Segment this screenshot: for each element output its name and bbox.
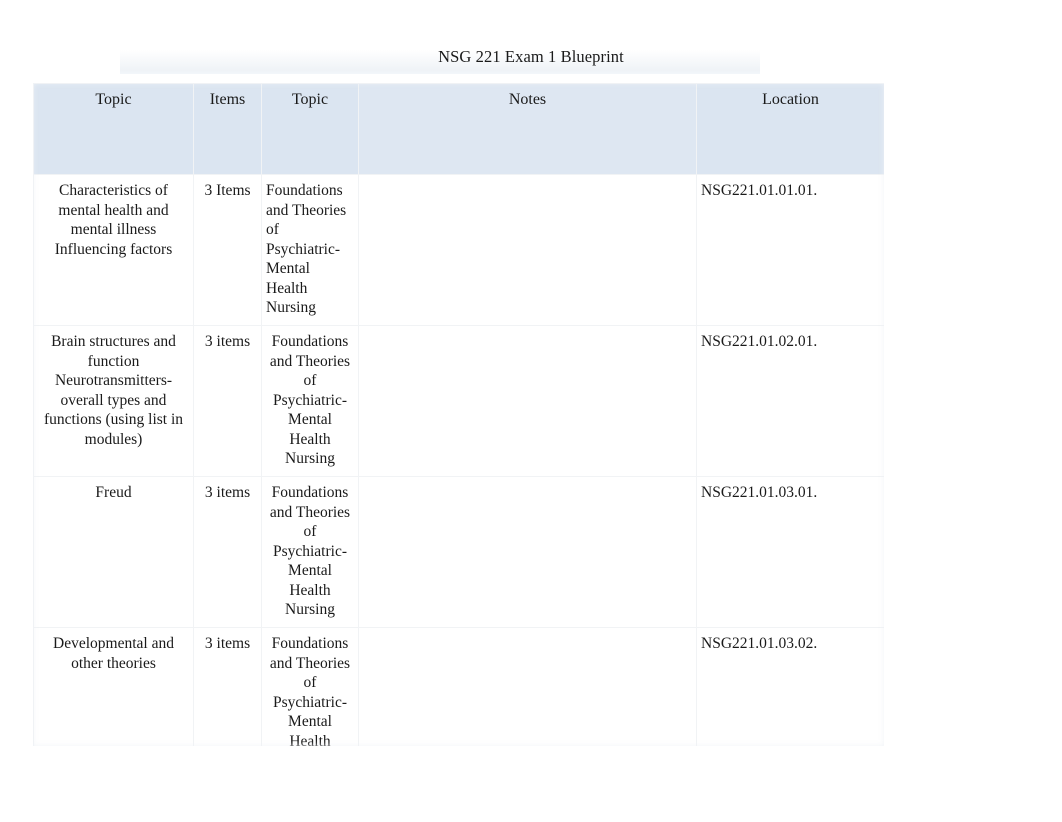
blueprint-table: Topic Items Topic Notes Location Charact… xyxy=(33,83,884,746)
cell-notes xyxy=(358,627,697,746)
cell-items: 3 items xyxy=(193,627,262,746)
column-header-notes: Notes xyxy=(358,83,697,175)
table-header-row: Topic Items Topic Notes Location xyxy=(33,83,884,175)
cell-location: NSG221.01.01.01. xyxy=(696,174,884,326)
table-row: Freud 3 items Foundations and Theories o… xyxy=(33,476,884,628)
column-header-location: Location xyxy=(696,83,884,175)
cell-items: 3 items xyxy=(193,325,262,477)
cell-notes xyxy=(358,174,697,326)
cell-topic-1: Brain structures and function Neurotrans… xyxy=(33,325,194,477)
blueprint-table-container: Topic Items Topic Notes Location Charact… xyxy=(33,83,884,746)
table-row: Developmental and other theories 3 items… xyxy=(33,627,884,746)
column-header-topic-1: Topic xyxy=(33,83,194,175)
cell-notes xyxy=(358,476,697,628)
column-header-topic-2: Topic xyxy=(261,83,359,175)
cell-location: NSG221.01.03.02. xyxy=(696,627,884,746)
cell-location: NSG221.01.02.01. xyxy=(696,325,884,477)
cell-topic-1: Freud xyxy=(33,476,194,628)
cell-topic-2: Foundations and Theories of Psychiatric-… xyxy=(261,325,359,477)
cell-notes xyxy=(358,325,697,477)
cell-location: NSG221.01.03.01. xyxy=(696,476,884,628)
table-row: Brain structures and function Neurotrans… xyxy=(33,325,884,477)
cell-topic-1: Developmental and other theories xyxy=(33,627,194,746)
cell-topic-2: Foundations and Theories of Psychiatric-… xyxy=(261,174,359,326)
cell-topic-2: Foundations and Theories of Psychiatric-… xyxy=(261,627,359,746)
page-title: NSG 221 Exam 1 Blueprint xyxy=(438,47,624,66)
table-row: Characteristics of mental health and men… xyxy=(33,174,884,326)
cell-items: 3 items xyxy=(193,476,262,628)
column-header-items: Items xyxy=(193,83,262,175)
cell-items: 3 Items xyxy=(193,174,262,326)
cell-topic-1: Characteristics of mental health and men… xyxy=(33,174,194,326)
cell-topic-2: Foundations and Theories of Psychiatric-… xyxy=(261,476,359,628)
